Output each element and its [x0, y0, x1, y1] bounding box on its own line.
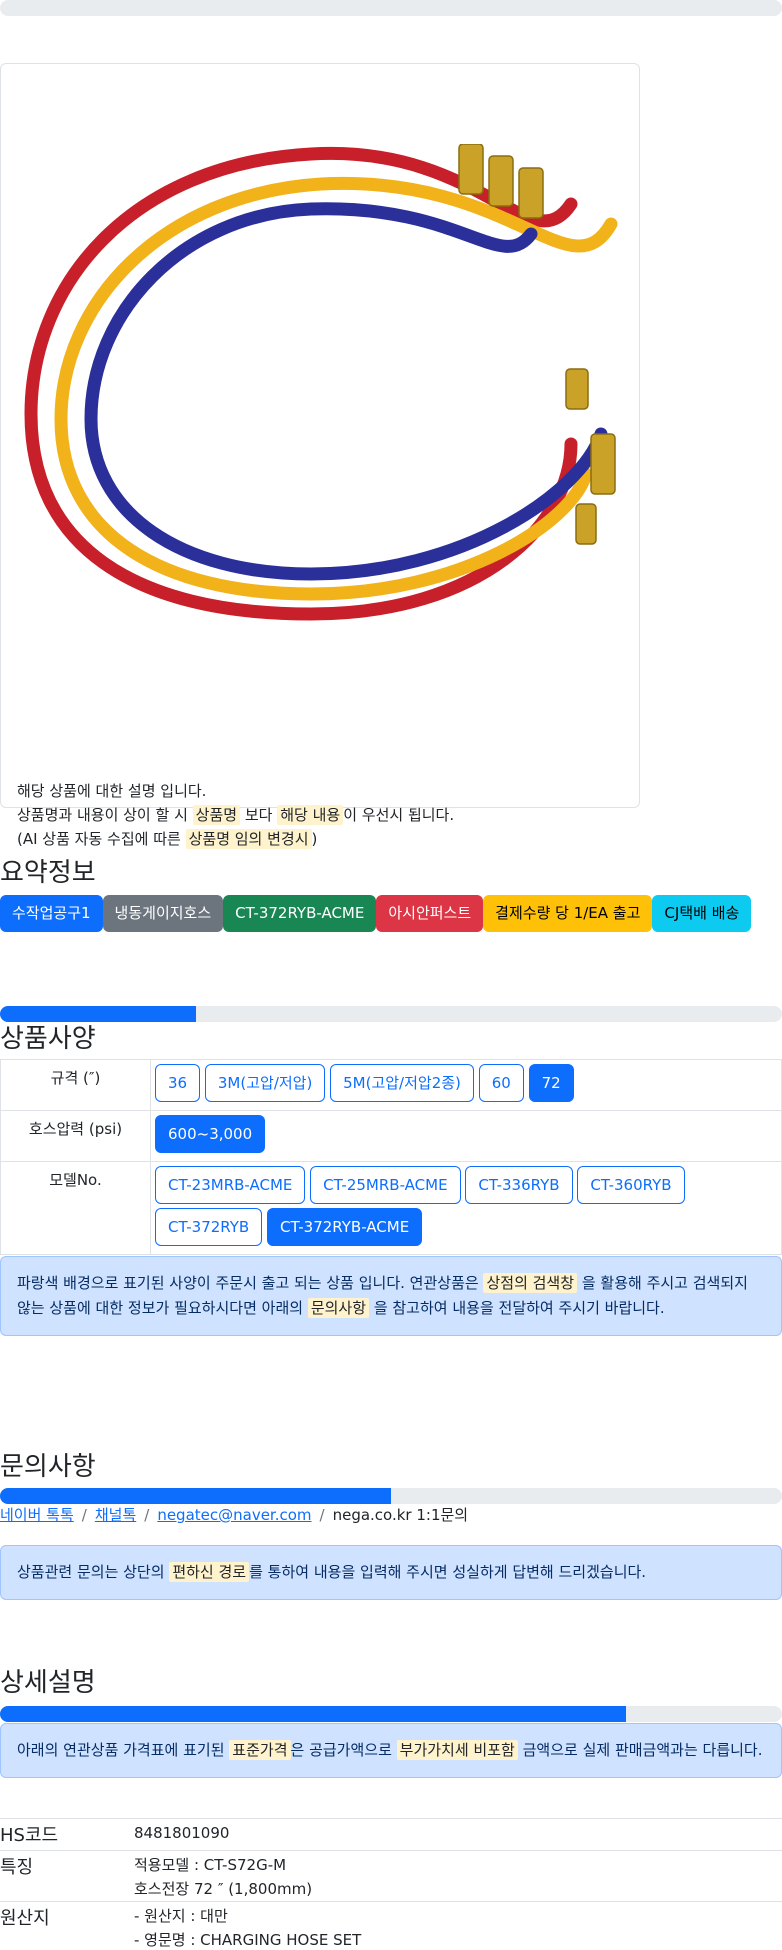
detail-line: - 영문명 : CHARGING HOSE SET	[134, 1931, 362, 1949]
option-3m[interactable]: 3M(고압/저압)	[204, 1064, 326, 1102]
spec-row-size: 규격 (″) 36 3M(고압/저압) 5M(고압/저압2종) 60 72	[0, 1059, 782, 1111]
badge-subcategory: 냉동게이지호스	[102, 895, 224, 932]
badge-quantity: 결제수량 당 1/EA 출고	[483, 895, 653, 932]
detail-key: 특징	[0, 1850, 134, 1902]
notice-line-1: 해당 상품에 대한 설명 입니다.	[17, 782, 207, 800]
email-link[interactable]: negatec@naver.com	[157, 1506, 311, 1524]
option-ct-360ryb[interactable]: CT-360RYB	[577, 1166, 685, 1204]
highlight-standard-price: 표준가격	[229, 1740, 291, 1760]
option-ct-25mrb-acme[interactable]: CT-25MRB-ACME	[310, 1166, 461, 1204]
detail-line: 호스전장 72 ″ (1,800mm)	[134, 1880, 313, 1898]
spec-options: CT-23MRB-ACME CT-25MRB-ACME CT-336RYB CT…	[150, 1161, 782, 1255]
spec-label: 호스압력 (psi)	[0, 1110, 151, 1162]
inquiry-alert: 상품관련 문의는 상단의 편하신 경로 를 통하여 내용을 입력해 주시면 성실하…	[0, 1545, 782, 1600]
option-60[interactable]: 60	[478, 1064, 524, 1102]
site-inquiry-text: nega.co.kr 1:1문의	[332, 1506, 469, 1524]
product-notice: 해당 상품에 대한 설명 입니다. 상품명과 내용이 상이 할 시 상품명 보다…	[17, 779, 454, 851]
separator: /	[81, 1506, 87, 1524]
detail-line: 적용모델 : CT-S72G-M	[134, 1856, 287, 1874]
naver-talk-link[interactable]: 네이버 톡톡	[0, 1506, 74, 1524]
detail-key: HS코드	[0, 1818, 134, 1851]
highlight-name-change: 상품명 임의 변경시	[185, 829, 312, 849]
red-hose	[24, 146, 578, 621]
top-progress-bar	[0, 0, 782, 16]
channel-talk-link[interactable]: 채널톡	[95, 1506, 136, 1524]
alert-text: 은 공급가액으로	[290, 1741, 392, 1759]
notice-line-2: 상품명과 내용이 상이 할 시 상품명 보다 해당 내용 이 우선시 됩니다.	[17, 803, 454, 827]
alert-text: 금액으로 실제 판매금액과는 다릅니다.	[522, 1741, 763, 1759]
badge-category: 수작업공구1	[0, 895, 103, 932]
inquiry-title: 문의사항	[0, 1451, 96, 1481]
highlight-route: 편하신 경로	[169, 1562, 250, 1582]
detail-table: HS코드 8481801090 특징 적용모델 : CT-S72G-M 호스전장…	[0, 1818, 782, 1950]
highlight-content: 해당 내용	[277, 805, 344, 825]
spec-options: 600~3,000	[150, 1110, 782, 1162]
blue-hose	[84, 202, 608, 581]
contact-links: 네이버 톡톡 / 채널톡 / negatec@naver.com / nega.co.kr …	[0, 1504, 468, 1525]
summary-title: 요약정보	[0, 857, 96, 887]
detail-value: - 원산지 : 대만 - 영문명 : CHARGING HOSE SET	[134, 1901, 782, 1950]
spec-row-pressure: 호스압력 (psi) 600~3,000	[0, 1110, 782, 1162]
option-ct-372ryb[interactable]: CT-372RYB	[155, 1208, 263, 1246]
spec-table: 규격 (″) 36 3M(고압/저압) 5M(고압/저압2종) 60 72 호스…	[0, 1059, 782, 1255]
option-36[interactable]: 36	[155, 1064, 201, 1102]
option-pressure[interactable]: 600~3,000	[155, 1115, 266, 1153]
highlight-vat-excluded: 부가가치세 비포함	[396, 1740, 518, 1760]
detail-progress-fill	[0, 1706, 626, 1722]
badge-shipping: CJ택배 배송	[652, 895, 752, 932]
product-card: 해당 상품에 대한 설명 입니다. 상품명과 내용이 상이 할 시 상품명 보다…	[0, 63, 640, 849]
notice-text: 상품명과 내용이 상이 할 시	[17, 806, 188, 824]
separator: /	[319, 1506, 325, 1524]
highlight-product-name: 상품명	[192, 805, 241, 825]
summary-badges: 수작업공구1 냉동게이지호스 CT-372RYB-ACME 아시안퍼스트 결제수…	[0, 895, 752, 932]
alert-text: 을 참고하여 내용을 전달하여 주시기 바랍니다.	[373, 1299, 665, 1317]
option-72[interactable]: 72	[528, 1064, 574, 1102]
alert-text: 를 통하여 내용을 입력해 주시면 성실하게 답변해 드리겠습니다.	[249, 1563, 647, 1581]
spec-alert: 파랑색 배경으로 표기된 사양이 주문시 출고 되는 상품 입니다. 연관상품은…	[0, 1256, 782, 1336]
highlight-search-box: 상점의 검색창	[483, 1273, 578, 1293]
spec-label: 규격 (″)	[0, 1059, 151, 1111]
detail-row-features: 특징 적용모델 : CT-S72G-M 호스전장 72 ″ (1,800mm)	[0, 1850, 782, 1902]
option-5m[interactable]: 5M(고압/저압2종)	[330, 1064, 474, 1102]
detail-progress-bar	[0, 1706, 782, 1722]
separator: /	[144, 1506, 150, 1524]
spec-progress-bar	[0, 1006, 782, 1022]
product-image	[24, 144, 618, 621]
alert-text: 아래의 연관상품 가격표에 표기된	[17, 1741, 225, 1759]
detail-alert: 아래의 연관상품 가격표에 표기된 표준가격 은 공급가액으로 부가가치세 비포함…	[0, 1723, 782, 1778]
detail-row-origin: 원산지 - 원산지 : 대만 - 영문명 : CHARGING HOSE SET	[0, 1901, 782, 1950]
detail-title: 상세설명	[0, 1667, 96, 1697]
detail-row-hs-code: HS코드 8481801090	[0, 1818, 782, 1851]
notice-text: )	[311, 830, 318, 848]
badge-model: CT-372RYB-ACME	[223, 895, 377, 932]
badge-brand: 아시안퍼스트	[376, 895, 484, 932]
notice-text: 보다	[244, 806, 273, 824]
detail-value: 8481801090	[134, 1818, 782, 1851]
detail-value: 적용모델 : CT-S72G-M 호스전장 72 ″ (1,800mm)	[134, 1850, 782, 1902]
spec-row-model: 모델No. CT-23MRB-ACME CT-25MRB-ACME CT-336…	[0, 1161, 782, 1255]
spec-label: 모델No.	[0, 1161, 151, 1255]
inquiry-progress-fill	[0, 1488, 391, 1504]
spec-title: 상품사양	[0, 1023, 96, 1053]
alert-text: 상품관련 문의는 상단의	[17, 1563, 165, 1581]
detail-key: 원산지	[0, 1901, 134, 1950]
alert-text: 파랑색 배경으로 표기된 사양이 주문시 출고 되는 상품 입니다. 연관상품은	[17, 1274, 479, 1292]
spec-options: 36 3M(고압/저압) 5M(고압/저압2종) 60 72	[150, 1059, 782, 1111]
option-ct-23mrb-acme[interactable]: CT-23MRB-ACME	[155, 1166, 306, 1204]
highlight-inquiry: 문의사항	[307, 1298, 370, 1318]
detail-line: 8481801090	[134, 1824, 230, 1842]
notice-text: 이 우선시 됩니다.	[343, 806, 455, 824]
option-ct-372ryb-acme[interactable]: CT-372RYB-ACME	[267, 1208, 423, 1246]
detail-line: - 원산지 : 대만	[134, 1907, 228, 1925]
notice-text: (AI 상품 자동 수집에 따른	[17, 830, 181, 848]
notice-line-3: (AI 상품 자동 수집에 따른 상품명 임의 변경시)	[17, 827, 454, 851]
option-ct-336ryb[interactable]: CT-336RYB	[465, 1166, 573, 1204]
inquiry-progress-bar	[0, 1488, 782, 1504]
